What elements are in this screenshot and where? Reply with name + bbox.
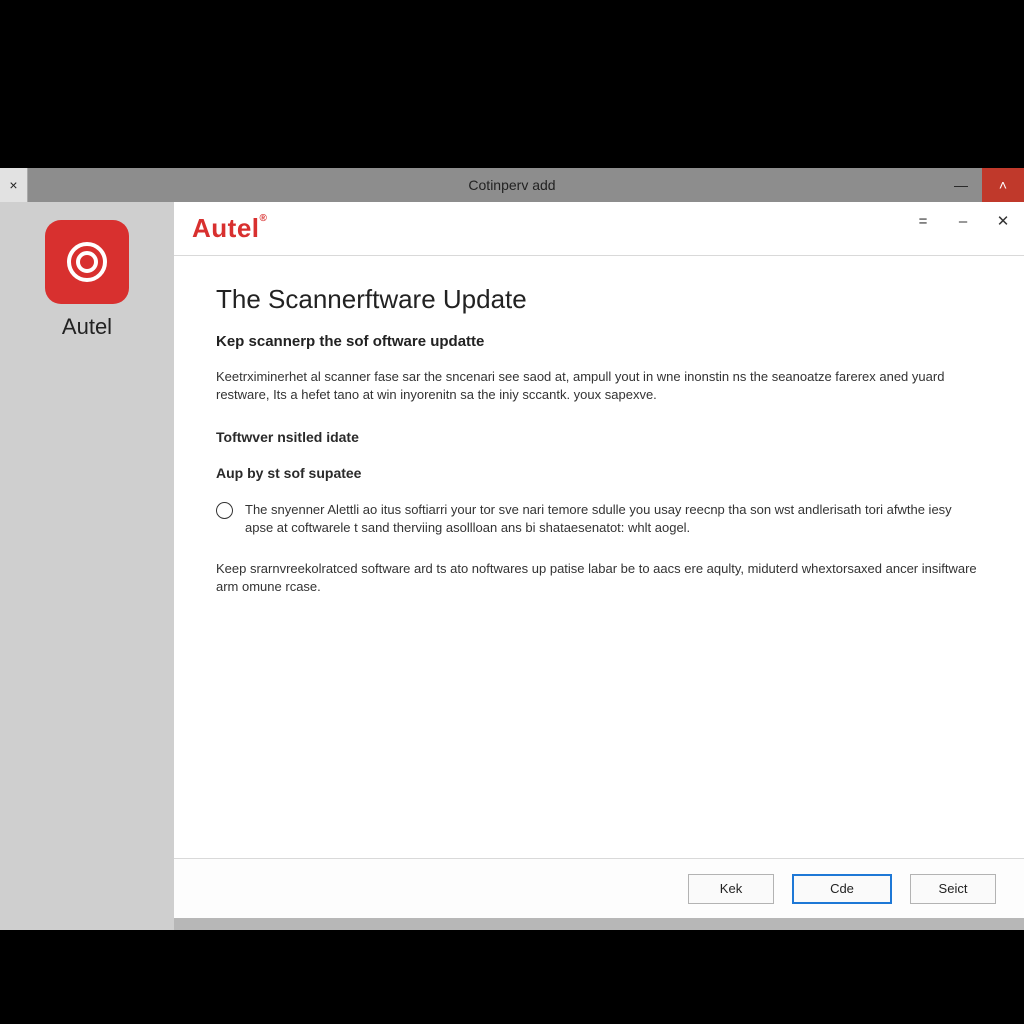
intro-paragraph: Keetrximinerhet al scanner fase sar the … — [216, 368, 982, 403]
registered-mark: ® — [260, 213, 268, 224]
close-button[interactable]: ✕ — [990, 208, 1016, 234]
outer-window-title: Cotinperv add — [0, 177, 1024, 193]
outer-window: × Cotinperv add — ˄ Autel Autel® — [0, 168, 1024, 930]
outer-window-controls: — ˄ — [940, 168, 1024, 202]
window-controls: = – ✕ — [910, 202, 1016, 255]
custom-control-button[interactable]: = — [910, 208, 936, 234]
brand-wordmark: Autel® — [192, 213, 267, 244]
close-icon: × — [9, 177, 17, 193]
sidebar: Autel — [0, 202, 174, 930]
minimize-icon: — — [954, 177, 968, 193]
hamburger-equal-icon: = — [919, 213, 928, 230]
outer-caret-button[interactable]: ˄ — [982, 168, 1024, 202]
page-subtitle: Kep scannerp the sof oftware updatte — [216, 333, 982, 350]
continue-button[interactable]: Cde — [792, 874, 892, 904]
close-icon: ✕ — [997, 212, 1010, 230]
caret-up-icon: ˄ — [999, 177, 1007, 193]
radio-icon[interactable] — [216, 502, 233, 519]
page-title: The Scannerftware Update — [216, 284, 982, 315]
dialog-header: Autel® = – ✕ — [174, 202, 1024, 256]
minimize-icon: – — [959, 213, 967, 230]
dialog-footer: Kek Cde Seict — [174, 858, 1024, 918]
minimize-button[interactable]: – — [950, 208, 976, 234]
update-option-row[interactable]: The snyenner Alettli ao itus softiarri y… — [216, 501, 982, 536]
outer-close-button[interactable]: × — [0, 168, 28, 202]
brand-logo-tile — [45, 220, 129, 304]
update-option-label: The snyenner Alettli ao itus softiarri y… — [245, 501, 982, 536]
closing-paragraph: Keep srarnvreekolratced software ard ts … — [216, 560, 982, 595]
brand-text: Autel — [192, 213, 260, 243]
section-heading-installed: Toftwver nsitled idate — [216, 429, 982, 445]
section-heading-auto-update: Aup by st sof supatee — [216, 465, 982, 481]
outer-titlebar[interactable]: × Cotinperv add — ˄ — [0, 168, 1024, 202]
update-dialog: Autel® = – ✕ The Scannerftware Update Ke… — [174, 202, 1024, 918]
sidebar-brand-label: Autel — [0, 314, 174, 340]
select-button[interactable]: Seict — [910, 874, 996, 904]
outer-minimize-button[interactable]: — — [940, 168, 982, 202]
back-button[interactable]: Kek — [688, 874, 774, 904]
swirl-icon — [62, 237, 112, 287]
dialog-body: The Scannerftware Update Kep scannerp th… — [174, 256, 1024, 858]
